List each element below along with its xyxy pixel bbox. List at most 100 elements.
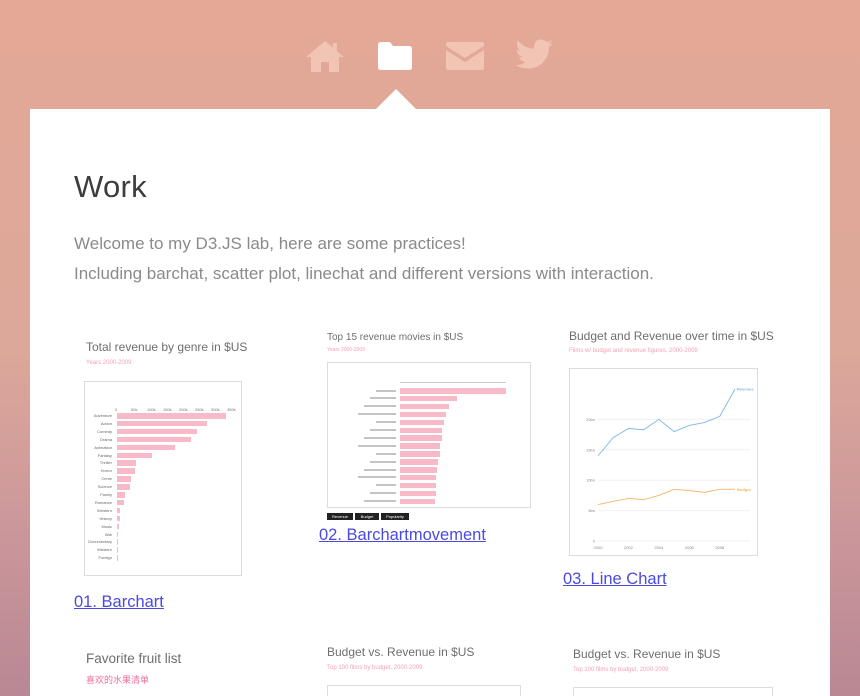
scatter-thumbnail[interactable] [573, 687, 773, 696]
x-tick-label: 2002 [624, 545, 634, 550]
row-label-placeholder [370, 397, 396, 400]
bar [400, 498, 436, 505]
bar [117, 476, 132, 482]
bar [400, 467, 438, 473]
budget-button[interactable]: Budget [355, 513, 379, 520]
barchartmovement-thumbnail[interactable] [327, 362, 531, 508]
category-label: Documentary [88, 539, 112, 545]
bar [117, 468, 135, 474]
bar [117, 539, 118, 545]
linechart-thumbnail[interactable]: 0 5bn 10bn 15bn 20bn 2000 2002 2004 2006 2008 Reve… [569, 368, 758, 556]
project-card-barchart: Total revenue by genre in $US Years 2000… [74, 335, 254, 615]
project-card-linechart: Budget and Revenue over time in $US Film… [562, 327, 792, 567]
row-label-placeholder [358, 444, 396, 447]
x-tick-label: 250k [195, 407, 204, 412]
bar [117, 507, 121, 514]
y-tick-label: 5bn [588, 508, 595, 513]
bar [400, 427, 442, 433]
category-label: Foreign [98, 555, 112, 561]
bar [400, 443, 440, 449]
row-label-placeholder [358, 413, 396, 416]
active-tab-pointer [376, 89, 416, 109]
row-label-placeholder [364, 436, 396, 439]
mail-icon[interactable] [443, 36, 487, 76]
category-label: Action [100, 420, 112, 426]
category-label: Fantasy [97, 452, 112, 458]
bar [117, 555, 118, 561]
category-label: Animation [94, 444, 112, 450]
category-label: Romance [94, 499, 112, 505]
category-label: Drama [99, 436, 112, 442]
row-label-placeholder [376, 484, 396, 487]
bar [117, 452, 153, 458]
x-tick-label: 2006 [685, 545, 695, 550]
intro-line-2: Including barchat, scatter plot, linecha… [74, 264, 654, 283]
home-icon[interactable] [303, 36, 347, 76]
bar [117, 420, 207, 427]
category-label: Thriller [99, 460, 112, 466]
bar [117, 436, 191, 443]
bar [117, 413, 226, 419]
row-label-placeholder [358, 476, 396, 479]
x-tick-label: 0 [115, 407, 118, 412]
card-title: Budget and Revenue over time in $US [569, 329, 774, 343]
x-tick-label: 350k [227, 407, 236, 412]
bar [400, 419, 444, 426]
y-tick-label: 20bn [586, 417, 595, 422]
bar [400, 490, 436, 497]
category-label: War [104, 531, 112, 537]
category-label: Adventure [93, 413, 112, 418]
page-title: Work [74, 169, 147, 204]
row-label-placeholder [364, 468, 396, 471]
project-card-scatter-1: Budget vs. Revenue in $US Top 100 films … [318, 643, 538, 696]
barchart-link[interactable]: 01. Barchart [74, 593, 164, 612]
project-card-scatter-2: Budget vs. Revenue in $US Top 100 films … [562, 645, 792, 696]
revenue-button[interactable]: Revenue [327, 513, 353, 520]
row-label-placeholder [376, 389, 396, 392]
card-subtitle: Years 2000-2009 [327, 347, 365, 353]
y-tick-label: 15bn [586, 447, 595, 452]
twitter-icon[interactable] [513, 36, 557, 76]
x-tick-label: 2008 [715, 545, 725, 550]
bar [400, 451, 440, 457]
row-label-placeholder [376, 452, 396, 455]
card-subtitle: Films w/ budget and revenue figures, 200… [569, 348, 698, 354]
bar [117, 444, 175, 451]
series-label: Revenue [737, 387, 754, 392]
barchartmovement-link[interactable]: 02. Barchartmovement [319, 526, 486, 545]
x-tick-label: 100k [147, 407, 156, 412]
project-card-fruit-list: Favorite fruit list 喜欢的水果清单 [74, 649, 254, 696]
row-label-placeholder [370, 460, 396, 463]
bar [117, 531, 119, 537]
y-tick-label: 0 [593, 539, 596, 544]
folder-icon[interactable] [373, 36, 417, 76]
work-panel: Work Welcome to my D3.JS lab, here are s… [30, 109, 830, 696]
bar [400, 411, 446, 418]
category-label: Science [97, 484, 112, 490]
card-subtitle: Top 100 films by budget, 2000-2009 [573, 667, 669, 673]
linechart-link[interactable]: 03. Line Chart [563, 570, 667, 589]
bar [400, 474, 437, 481]
bar [400, 482, 437, 489]
scatter-thumbnail[interactable] [327, 685, 521, 696]
row-label-placeholder [376, 421, 396, 424]
category-label: Comedy [97, 428, 112, 434]
row-label-placeholder [370, 429, 396, 431]
x-tick-label: 200k [179, 407, 188, 412]
row-label-placeholder [370, 492, 396, 495]
popularity-button[interactable]: Popularity [381, 513, 409, 520]
bar [117, 547, 118, 553]
bar [117, 428, 197, 435]
card-subtitle: Top 100 films by budget, 2000-2009 [327, 665, 423, 671]
card-title: Budget vs. Revenue in $US [573, 647, 721, 661]
bar [117, 460, 137, 466]
card-title: Top 15 revenue movies in $US [327, 332, 464, 343]
category-label: Western [97, 547, 112, 553]
barchart-thumbnail[interactable]: 0 50k 100k 150k 200k 250k 300k 350k Adventure Act… [84, 381, 242, 576]
x-tick-label: 2000 [594, 545, 604, 550]
bar [117, 492, 125, 498]
card-title: Favorite fruit list [86, 651, 182, 666]
bar [117, 523, 119, 530]
category-label: History [99, 515, 112, 521]
bar [117, 499, 125, 506]
